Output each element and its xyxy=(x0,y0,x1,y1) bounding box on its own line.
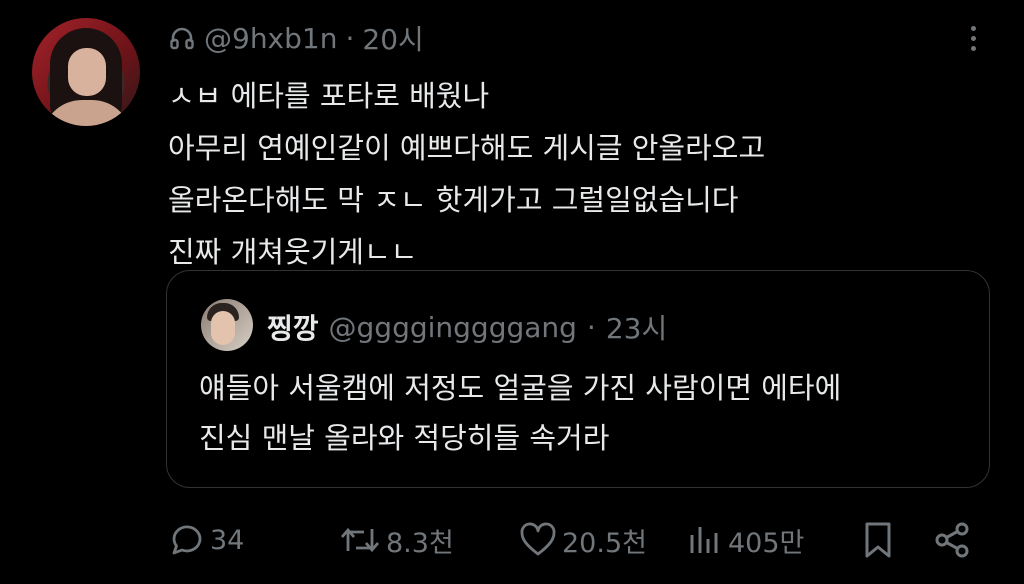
quoted-text: 얘들아 서울캠에 저정도 얼굴을 가진 사람이면 에타에 진심 맨날 올라와 적… xyxy=(199,363,979,463)
views-icon xyxy=(686,521,724,559)
tweet-time[interactable]: 20시 xyxy=(362,18,423,58)
tweet-header: @9hxb1n · 20시 xyxy=(168,20,424,56)
tweet-line: ㅅㅂ 에타를 포타로 배웠나 xyxy=(168,79,490,113)
header-separator: · xyxy=(345,21,355,55)
quoted-avatar[interactable] xyxy=(201,299,253,351)
quoted-line: 얘들아 서울캠에 저정도 얼굴을 가진 사람이면 에타에 xyxy=(199,371,842,405)
quoted-time[interactable]: 23시 xyxy=(606,307,667,347)
share-icon xyxy=(932,520,972,560)
quoted-tweet[interactable]: 찡깡 @gggginggggang · 23시 얘들아 서울캠에 저정도 얼굴을… xyxy=(166,270,990,488)
retweet-count: 8.3천 xyxy=(386,527,454,559)
tweet-line: 올라온다해도 막 ㅈㄴ 핫게가고 그럴일없습니다 xyxy=(168,183,739,217)
headphones-icon xyxy=(168,24,196,52)
more-dot xyxy=(970,45,976,51)
action-bar: 34 8.3천 20.5천 405만 xyxy=(168,515,978,565)
more-vertical-icon[interactable] xyxy=(958,20,988,56)
retweet-button[interactable]: 8.3천 xyxy=(338,515,454,565)
quoted-separator: · xyxy=(586,310,596,344)
like-count: 20.5천 xyxy=(562,527,647,559)
reply-button[interactable]: 34 xyxy=(168,515,244,565)
bookmark-icon xyxy=(860,520,896,560)
quoted-author-handle[interactable]: @gggginggggang xyxy=(329,311,577,344)
more-dot xyxy=(970,25,976,31)
reply-icon xyxy=(168,521,206,559)
quoted-header: 찡깡 @gggginggggang · 23시 xyxy=(267,307,667,347)
more-dot xyxy=(970,35,976,41)
retweet-icon xyxy=(338,521,382,559)
avatar-face xyxy=(68,48,106,96)
author-handle[interactable]: @9hxb1n xyxy=(204,22,337,55)
like-button[interactable]: 20.5천 xyxy=(518,515,647,565)
heart-icon xyxy=(518,521,558,559)
views-button[interactable]: 405만 xyxy=(686,515,804,565)
bookmark-button[interactable] xyxy=(860,515,896,565)
tweet-line: 아무리 연예인같이 예쁘다해도 게시글 안올라오고 xyxy=(168,131,766,165)
quoted-author-name[interactable]: 찡깡 xyxy=(267,307,319,347)
quoted-avatar-face xyxy=(211,311,235,345)
reply-count: 34 xyxy=(210,524,245,556)
author-avatar[interactable] xyxy=(32,18,140,126)
tweet-text: ㅅㅂ 에타를 포타로 배웠나 아무리 연예인같이 예쁘다해도 게시글 안올라오고… xyxy=(168,70,988,278)
quoted-line: 진심 맨날 올라와 적당히들 속거라 xyxy=(199,421,610,455)
share-button[interactable] xyxy=(932,515,972,565)
views-count: 405만 xyxy=(728,527,805,559)
